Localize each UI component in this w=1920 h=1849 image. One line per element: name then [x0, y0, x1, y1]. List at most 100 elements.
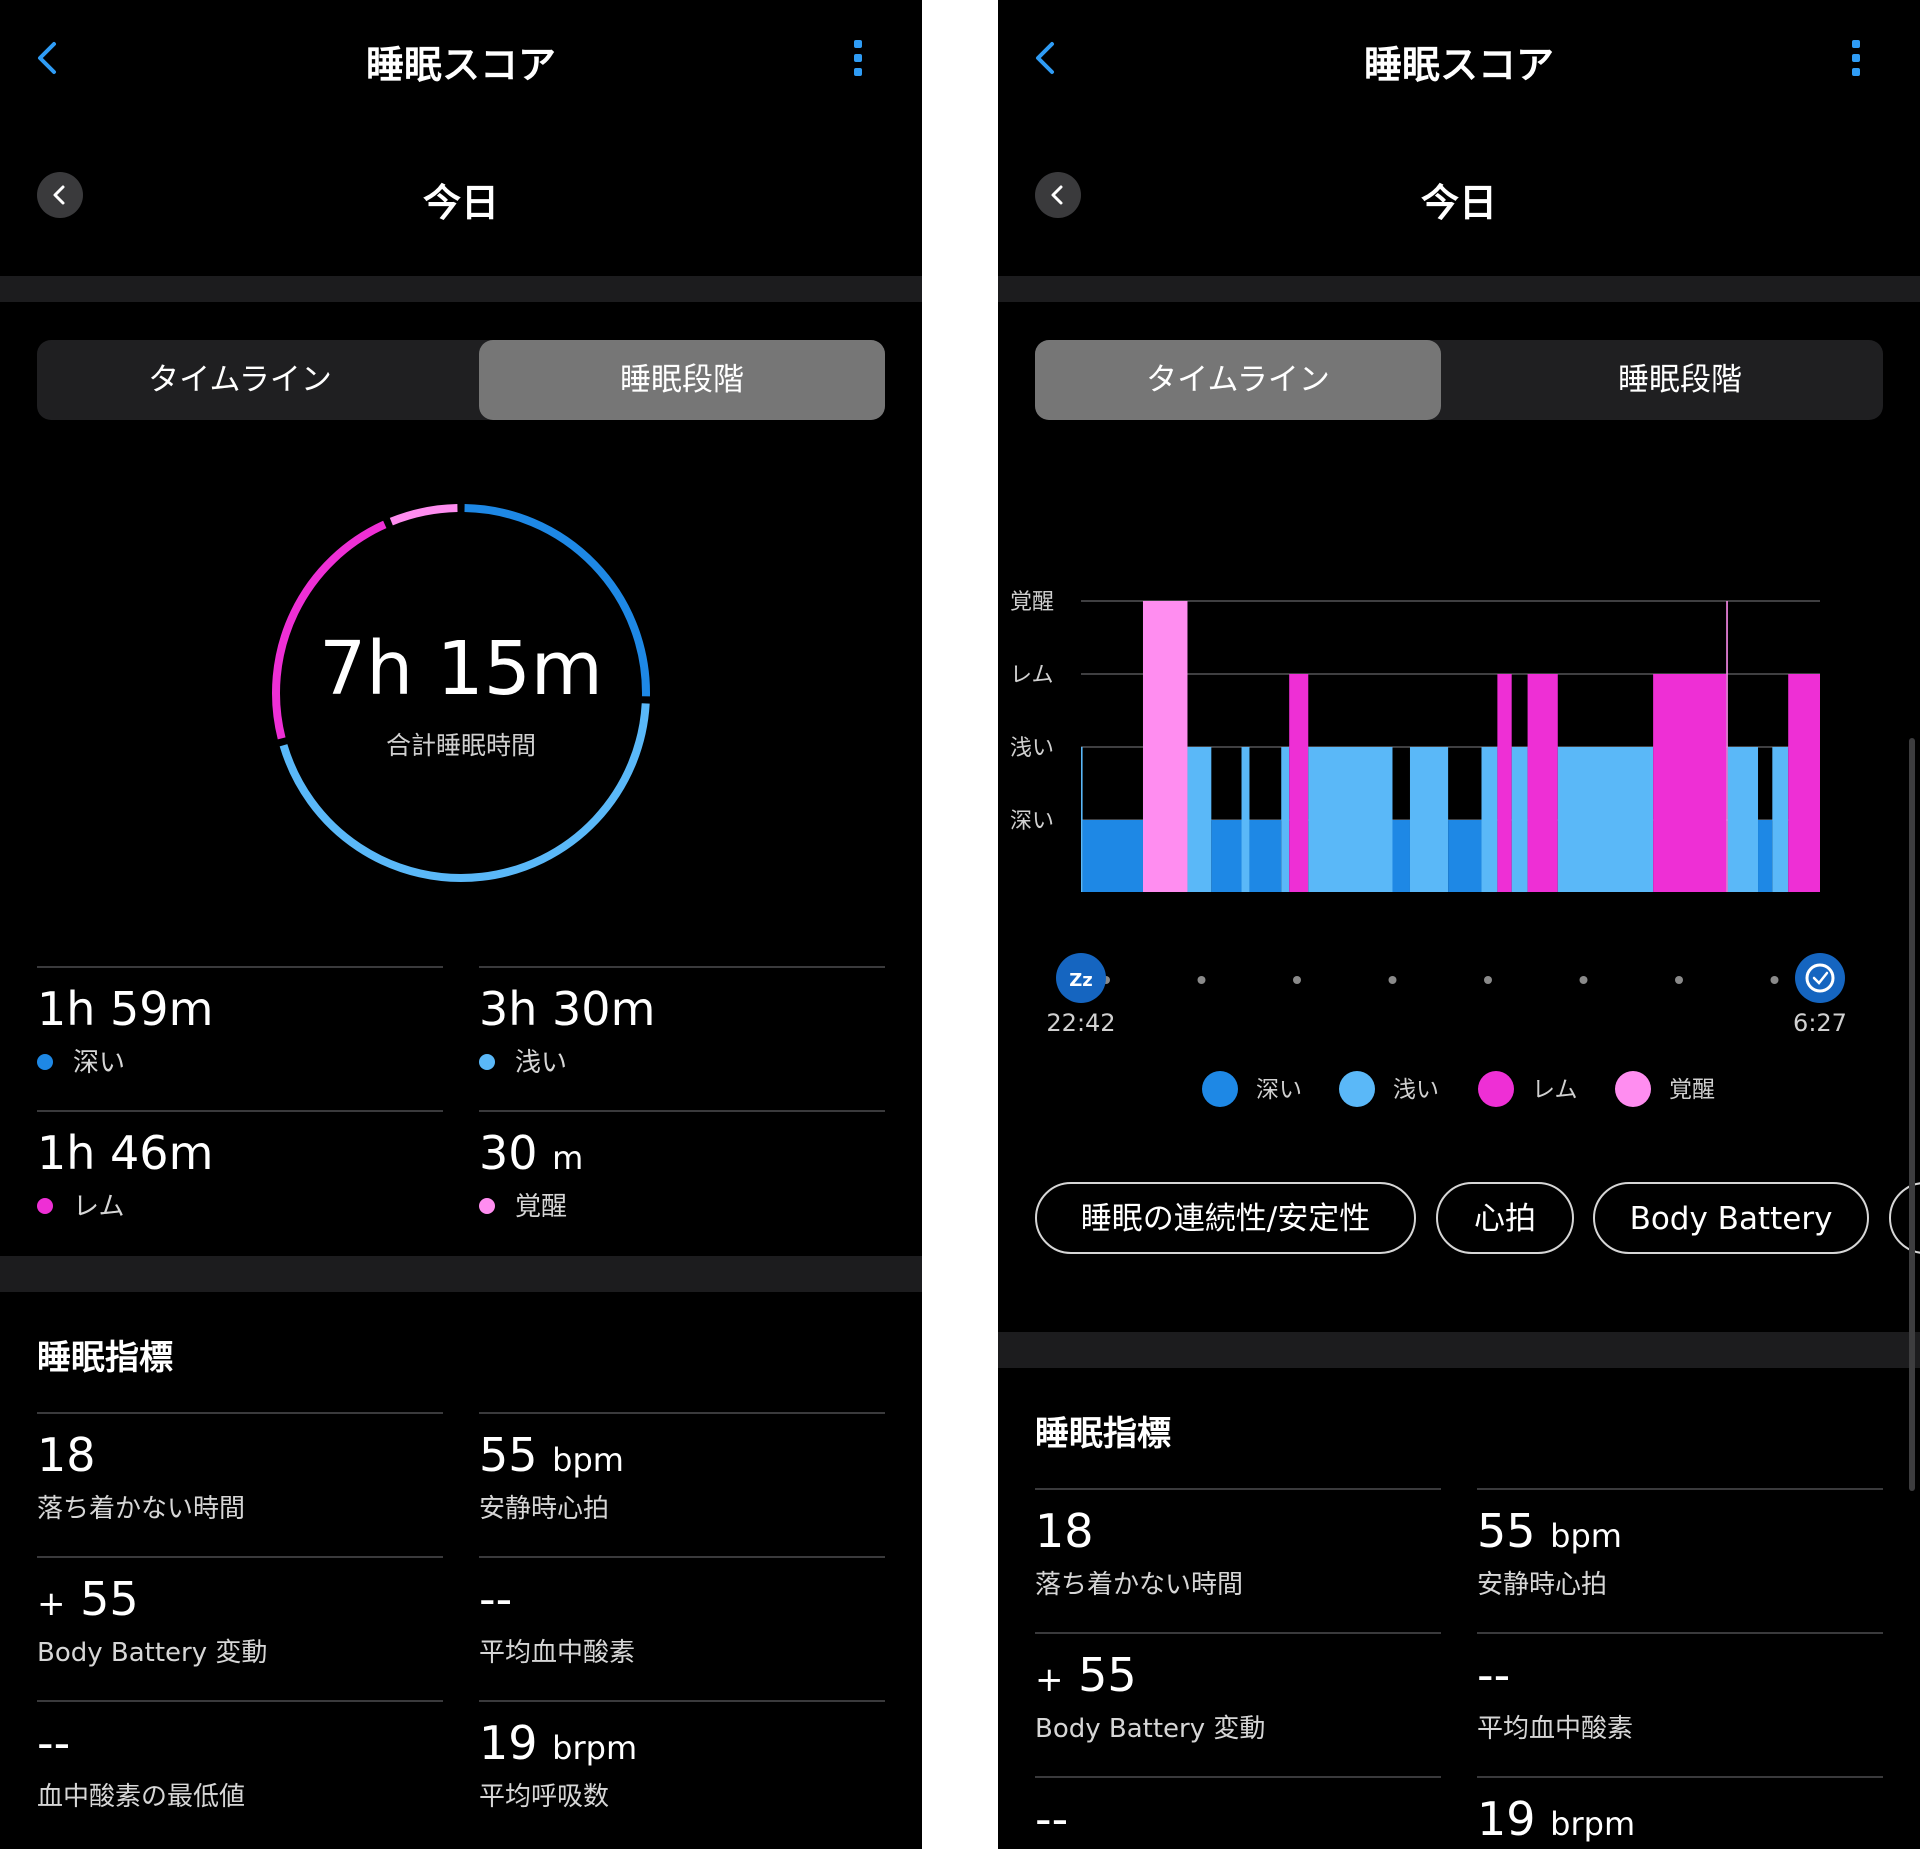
y-tick-label: レム	[1010, 663, 1054, 688]
stage-cell-light: 3h 30m 浅い	[479, 966, 885, 1108]
timeline-bar	[1557, 747, 1654, 892]
wake-clock-icon	[1795, 953, 1845, 1003]
more-options-icon[interactable]	[852, 40, 864, 84]
stage-label: 浅い	[515, 1048, 568, 1078]
stage-label: 覚醒	[515, 1192, 568, 1222]
start-time-label: 22:42	[1046, 1009, 1115, 1037]
date-label: 今日	[1420, 181, 1497, 225]
metric-resting-heart-rate: 55 bpm 安静時心拍	[479, 1412, 885, 1554]
app-header: 睡眠スコア	[0, 0, 922, 120]
awake-dot-icon	[479, 1197, 495, 1214]
metric-respiration: 19 brpm	[1477, 1776, 1883, 1849]
chip-sleep-continuity[interactable]: 睡眠の連続性/安定性	[1035, 1182, 1416, 1254]
y-tick-label: 覚醒	[1010, 590, 1054, 615]
metric-avg-spo2: -- 平均血中酸素	[479, 1556, 885, 1698]
metrics-title: 睡眠指標	[37, 1338, 173, 1378]
metric-min-spo2: --	[1035, 1776, 1441, 1849]
timeline-bar	[1497, 674, 1512, 892]
legend-item-deep: 深い	[1202, 1060, 1302, 1120]
timeline-bar	[1187, 747, 1212, 892]
tab-sleep-stages[interactable]: 睡眠段階	[1477, 340, 1883, 420]
timeline-bar	[1211, 820, 1242, 892]
timeline-bar	[1308, 747, 1393, 892]
section-divider	[0, 1256, 922, 1292]
timeline-bar	[1726, 601, 1728, 892]
light-dot-icon	[1339, 1070, 1375, 1107]
more-options-icon[interactable]	[1850, 40, 1862, 84]
y-tick-label: 深い	[1010, 809, 1054, 834]
metric-body-battery: + 55 Body Battery 変動	[37, 1556, 443, 1698]
date-navigator: 今日	[0, 150, 922, 240]
chart-legend: 深い 浅い レム 覚醒	[998, 1060, 1920, 1120]
metrics-title: 睡眠指標	[1035, 1414, 1171, 1454]
sleep-start-icon: Zz	[1056, 953, 1106, 1003]
section-divider	[998, 1332, 1920, 1368]
tab-sleep-stages[interactable]: 睡眠段階	[479, 340, 885, 420]
view-segmented-control: タイムライン 睡眠段階	[1035, 340, 1883, 420]
legend-item-light: 浅い	[1339, 1060, 1439, 1120]
page-title: 睡眠スコア	[1363, 43, 1554, 87]
timeline-bar	[1249, 820, 1282, 892]
section-divider	[998, 276, 1920, 302]
total-sleep-value: 7h 15m	[319, 626, 603, 712]
chip-body-battery[interactable]: Body Battery	[1593, 1182, 1869, 1254]
timeline-bar	[1409, 747, 1449, 892]
stage-label: 深い	[73, 1048, 126, 1078]
light-dot-icon	[479, 1053, 495, 1070]
timeline-bar	[1082, 820, 1143, 892]
stage-value: 1h 59m	[37, 982, 214, 1036]
page-title: 睡眠スコア	[365, 43, 556, 87]
stage-value: 30 m	[479, 1126, 584, 1180]
timeline-bar	[1511, 747, 1528, 892]
legend-item-rem: レム	[1478, 1060, 1578, 1120]
metric-avg-spo2: -- 平均血中酸素	[1477, 1632, 1883, 1774]
chip-more-partial[interactable]	[1889, 1182, 1920, 1254]
chart-x-ticks	[1102, 976, 1779, 984]
metric-min-spo2: -- 血中酸素の最低値	[37, 1700, 443, 1842]
x-tick-dot	[1770, 976, 1779, 984]
tab-timeline[interactable]: タイムライン	[37, 340, 443, 420]
legend-item-awake: 覚醒	[1615, 1060, 1715, 1120]
svg-text:Zz: Zz	[1069, 970, 1093, 991]
end-time-label: 6:27	[1793, 1009, 1847, 1037]
chip-heart-rate[interactable]: 心拍	[1436, 1182, 1574, 1254]
stage-cell-deep: 1h 59m 深い	[37, 966, 443, 1108]
metric-restless: 18 落ち着かない時間	[37, 1412, 443, 1554]
app-header: 睡眠スコア	[998, 0, 1920, 120]
timeline-bar	[1772, 747, 1789, 892]
deep-dot-icon	[1202, 1070, 1238, 1107]
rem-dot-icon	[1478, 1070, 1514, 1107]
timeline-bar	[1527, 674, 1558, 892]
x-tick-dot	[1484, 976, 1492, 984]
metric-body-battery: + 55 Body Battery 変動	[1035, 1632, 1441, 1774]
view-segmented-control: タイムライン 睡眠段階	[37, 340, 885, 420]
timeline-bar	[1758, 820, 1773, 892]
phone-screen-timeline: 睡眠スコア 今日 タイムライン 睡眠段階 深い 浅い レム 覚醒 Zz 22:42 6…	[998, 0, 1920, 1849]
timeline-bar	[1448, 820, 1482, 892]
x-tick-dot	[1579, 976, 1588, 984]
timeline-bar	[1241, 747, 1250, 892]
date-label: 今日	[422, 181, 499, 225]
metric-restless: 18 落ち着かない時間	[1035, 1488, 1441, 1630]
tab-timeline[interactable]: タイムライン	[1035, 340, 1441, 420]
x-tick-dot	[1675, 976, 1683, 984]
scrollbar[interactable]	[1909, 738, 1915, 1491]
y-tick-label: 浅い	[1010, 736, 1054, 761]
timeline-bar	[1289, 674, 1309, 892]
metric-resting-heart-rate: 55 bpm 安静時心拍	[1477, 1488, 1883, 1630]
stage-cell-rem: 1h 46m レム	[37, 1110, 443, 1252]
x-tick-dot	[1197, 976, 1206, 984]
section-divider	[0, 276, 922, 302]
stage-cell-awake: 30 m 覚醒	[479, 1110, 885, 1252]
timeline-bar	[1081, 747, 1083, 892]
total-sleep-label: 合計睡眠時間	[385, 731, 536, 760]
timeline-bar	[1727, 747, 1759, 892]
stage-value: 3h 30m	[479, 982, 656, 1036]
stage-value: 1h 46m	[37, 1126, 214, 1180]
ring-segment-awake	[389, 504, 458, 526]
timeline-bar	[1653, 674, 1727, 892]
deep-dot-icon	[37, 1053, 53, 1070]
x-tick-dot	[1293, 976, 1301, 984]
timeline-bar	[1142, 601, 1188, 892]
timeline-bar	[1281, 747, 1290, 892]
